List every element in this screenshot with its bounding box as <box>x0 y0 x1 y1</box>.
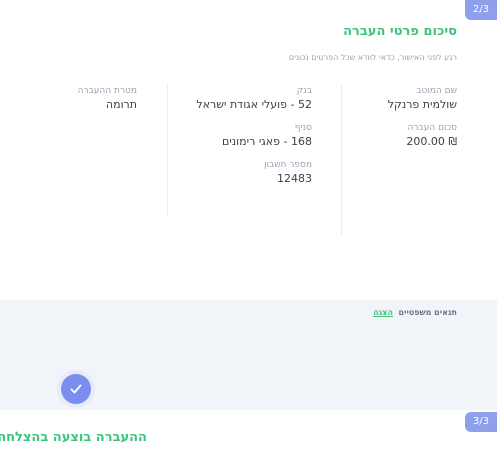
column-divider <box>341 85 342 235</box>
bank-field: בנק 52 - פועלי אגודת ישראל <box>172 85 312 112</box>
account-label: מספר חשבון <box>264 160 312 170</box>
branch-field: סניף 168 - פאגי רימונים <box>172 122 312 149</box>
column-divider <box>167 85 168 217</box>
beneficiary-field: שם המוטב שולמית פרנקל <box>342 85 457 112</box>
summary-card: 2/3 סיכום פרטי העברה רגע לפני האישור, כד… <box>0 0 497 289</box>
amount-value: ₪ 200.00 <box>406 135 457 148</box>
purpose-field: מטרת ההעברה תרומה <box>27 85 137 112</box>
bank-label: בנק <box>296 86 312 96</box>
purpose-value: תרומה <box>105 98 137 111</box>
step-badge: 3/3 <box>464 412 497 432</box>
summary-subtitle: רגע לפני האישור, כדאי לוודא שכל הפרטים נ… <box>288 53 457 62</box>
success-title: ההעברה בוצעה בהצלחה <box>0 430 147 445</box>
amount-field: סכום העברה ₪ 200.00 <box>342 122 457 149</box>
beneficiary-column: שם המוטב שולמית פרנקל סכום העברה ₪ 200.0… <box>342 85 457 159</box>
transfer-page: 2/3 סיכום פרטי העברה רגע לפני האישור, כד… <box>0 0 497 449</box>
branch-label: סניף <box>294 123 312 133</box>
legal-terms: תנאים משפטיים הצגה <box>373 308 457 317</box>
purpose-label: מטרת ההעברה <box>77 86 137 96</box>
beneficiary-label: שם המוטב <box>416 86 457 96</box>
beneficiary-value: שולמית פרנקל <box>387 98 457 111</box>
success-card: 3/3 ההעברה בוצעה בהצלחה <box>0 410 497 449</box>
legal-terms-label: תנאים משפטיים <box>398 308 457 317</box>
show-terms-link[interactable]: הצגה <box>373 308 393 317</box>
account-field: מספר חשבון 12483 <box>172 159 312 186</box>
summary-title: סיכום פרטי העברה <box>343 24 457 39</box>
success-check-icon <box>61 374 91 404</box>
bank-value: 52 - פועלי אגודת ישראל <box>196 98 312 111</box>
branch-value: 168 - פאגי רימונים <box>222 135 312 148</box>
checkmark-icon <box>70 384 82 394</box>
step-badge: 2/3 <box>464 0 497 20</box>
amount-label: סכום העברה <box>407 123 457 133</box>
account-value: 12483 <box>277 172 312 185</box>
bank-column: בנק 52 - פועלי אגודת ישראל סניף 168 - פא… <box>172 85 312 196</box>
purpose-column: מטרת ההעברה תרומה <box>27 85 137 122</box>
